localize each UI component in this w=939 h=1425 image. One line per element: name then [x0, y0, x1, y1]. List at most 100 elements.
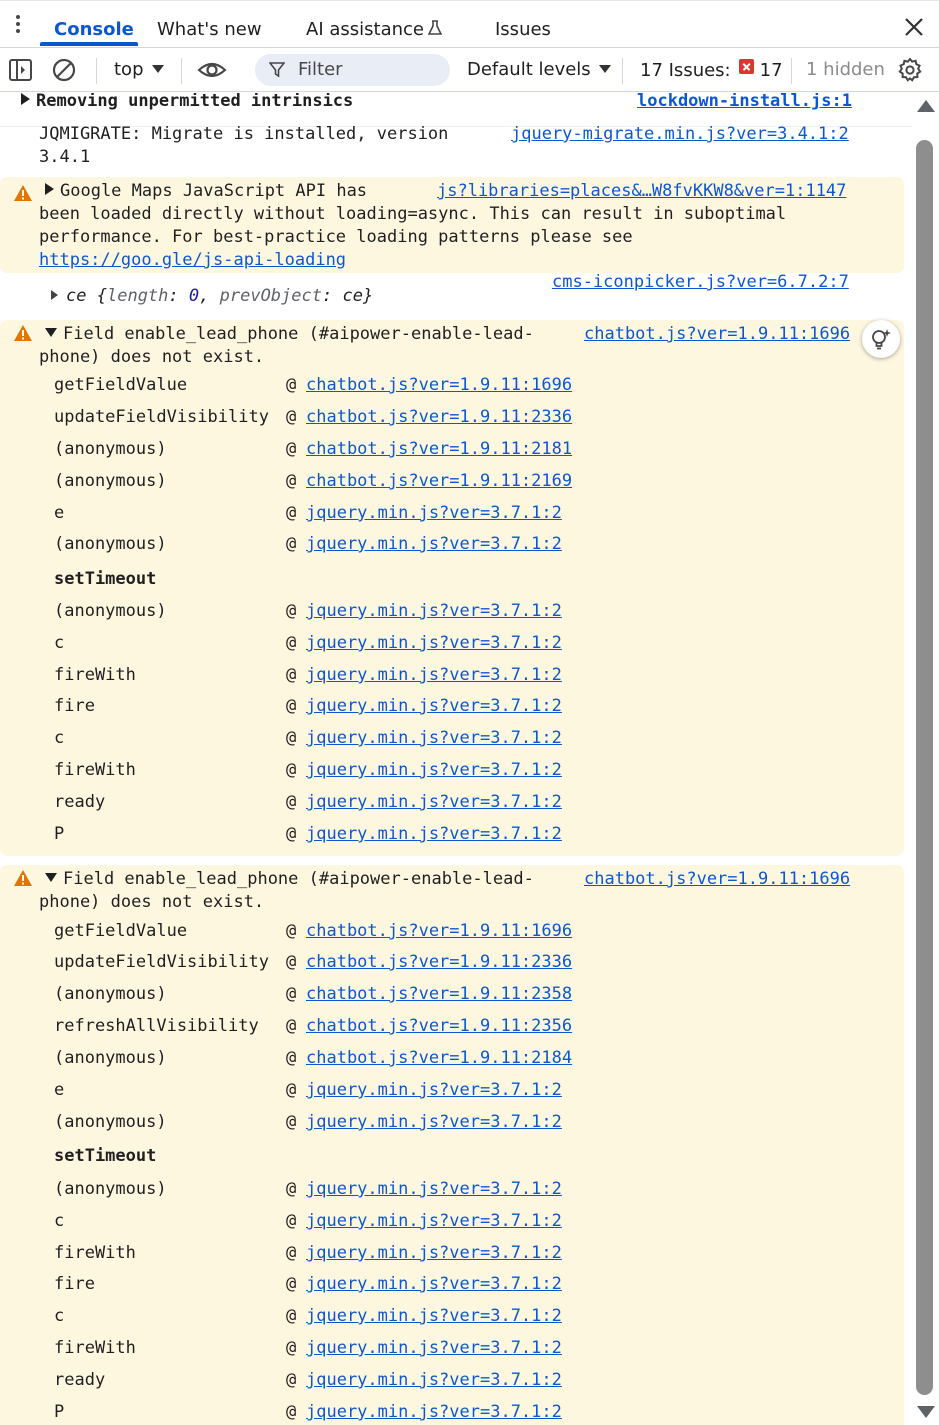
stack-frame-link[interactable]: jquery.min.js?ver=3.7.1:2	[306, 823, 562, 846]
stack-frame-link[interactable]: jquery.min.js?ver=3.7.1:2	[306, 533, 562, 556]
stack-frame-at: @	[286, 1370, 297, 1390]
stack-frame-link[interactable]: chatbot.js?ver=1.9.11:2184	[306, 1047, 572, 1070]
stack-frame-link[interactable]: jquery.min.js?ver=3.7.1:2	[306, 1337, 562, 1360]
filter-icon	[269, 62, 285, 78]
stack-frame-at: @	[286, 503, 297, 523]
message-text: 3.4.1	[39, 147, 91, 167]
source-link[interactable]: lockdown-install.js:1	[637, 93, 852, 113]
chevron-down-icon	[598, 65, 611, 73]
filter-placeholder: Filter	[298, 59, 343, 80]
stack-frame-link[interactable]: chatbot.js?ver=1.9.11:2336	[306, 951, 572, 974]
message-text[interactable]: Field enable_lead_phone (#aipower-enable…	[45, 868, 534, 891]
eye-icon[interactable]	[197, 57, 227, 83]
stack-frame-name: ready	[54, 1370, 106, 1390]
scroll-up-arrow-icon[interactable]	[917, 100, 935, 112]
error-badge-icon	[738, 59, 754, 74]
stack-frame-name: c	[54, 1306, 65, 1326]
stack-frame-link[interactable]: jquery.min.js?ver=3.7.1:2	[306, 1079, 562, 1102]
expand-triangle-icon[interactable]	[51, 290, 58, 300]
issues-label: 17 Issues:	[640, 60, 731, 81]
stack-frame-link[interactable]: jquery.min.js?ver=3.7.1:2	[306, 727, 562, 750]
stack-frame-link[interactable]: chatbot.js?ver=1.9.11:1696	[306, 374, 572, 397]
tab-issues[interactable]: Issues	[495, 1, 551, 48]
stack-frame-at: @	[286, 1306, 297, 1326]
stack-frame-link[interactable]: jquery.min.js?ver=3.7.1:2	[306, 1210, 562, 1233]
scrollbar-thumb[interactable]	[916, 140, 933, 1395]
stack-frame-link[interactable]: chatbot.js?ver=1.9.11:1696	[306, 920, 572, 943]
stack-frame-link[interactable]: jquery.min.js?ver=3.7.1:2	[306, 1369, 562, 1392]
stack-frame-link[interactable]: chatbot.js?ver=1.9.11:2336	[306, 406, 572, 429]
source-link[interactable]: jquery-migrate.min.js?ver=3.4.1:2	[511, 123, 849, 146]
message-text: performance. For best-practice loading p…	[39, 227, 633, 247]
stack-frame-link[interactable]: jquery.min.js?ver=3.7.1:2	[306, 1305, 562, 1328]
object-value: ce	[342, 286, 363, 306]
stack-frame-link[interactable]: jquery.min.js?ver=3.7.1:2	[306, 632, 562, 655]
tab-console-label: Console	[54, 19, 134, 40]
flask-icon	[427, 20, 442, 35]
stack-frame-name: c	[54, 633, 65, 653]
console-toolbar: top Filter Default levels 17 Issues: 17 1…	[0, 48, 939, 92]
source-link[interactable]: cms-iconpicker.js?ver=6.7.2:7	[552, 271, 849, 294]
stack-frame-name: fire	[54, 696, 95, 716]
stack-frame-link[interactable]: jquery.min.js?ver=3.7.1:2	[306, 664, 562, 687]
stack-frame-link[interactable]: jquery.min.js?ver=3.7.1:2	[306, 791, 562, 814]
object-preview[interactable]: ce {length: 0, prevObject: ce}	[51, 285, 373, 308]
stack-frame-at: @	[286, 1243, 297, 1263]
message-text[interactable]: Google Maps JavaScript API has	[45, 180, 367, 203]
stack-frame-link[interactable]: chatbot.js?ver=1.9.11:2181	[306, 438, 572, 461]
tab-console[interactable]: Console	[54, 1, 134, 48]
tab-ai-assistance[interactable]: AI assistance	[306, 1, 442, 48]
sidebar-toggle-icon[interactable]	[8, 57, 34, 83]
ai-insights-button[interactable]	[862, 320, 900, 358]
scroll-down-arrow-icon[interactable]	[917, 1406, 935, 1418]
stack-frame-link[interactable]: jquery.min.js?ver=3.7.1:2	[306, 1242, 562, 1265]
stack-frame-name: refreshAllVisibility	[54, 1016, 259, 1036]
stack-frame-link[interactable]: chatbot.js?ver=1.9.11:2358	[306, 983, 572, 1006]
clear-console-icon[interactable]	[51, 57, 77, 83]
tab-issues-label: Issues	[495, 19, 551, 40]
stack-frame-link[interactable]: jquery.min.js?ver=3.7.1:2	[306, 1401, 562, 1424]
issues-counter-button[interactable]: 17 Issues: 17	[640, 59, 783, 81]
source-link[interactable]: chatbot.js?ver=1.9.11:1696	[584, 323, 850, 346]
stack-frame-link[interactable]: jquery.min.js?ver=3.7.1:2	[306, 600, 562, 623]
collapse-triangle-icon[interactable]	[45, 873, 57, 882]
message-text[interactable]: Removing unpermitted intrinsics	[21, 93, 353, 113]
stack-frame-link[interactable]: jquery.min.js?ver=3.7.1:2	[306, 1178, 562, 1201]
stack-frame-at: @	[286, 665, 297, 685]
stack-frame-link[interactable]: jquery.min.js?ver=3.7.1:2	[306, 759, 562, 782]
more-options-icon[interactable]	[11, 15, 25, 37]
stack-frame-link[interactable]: jquery.min.js?ver=3.7.1:2	[306, 502, 562, 525]
close-icon[interactable]	[903, 16, 925, 38]
gear-icon[interactable]	[897, 57, 923, 83]
console-message: ce {length: 0, prevObject: ce} cms-iconp…	[0, 272, 912, 315]
stack-frame-link[interactable]: chatbot.js?ver=1.9.11:2169	[306, 470, 572, 493]
stack-frame-link[interactable]: jquery.min.js?ver=3.7.1:2	[306, 695, 562, 718]
async-boundary-label: setTimeout	[54, 1146, 157, 1166]
source-link[interactable]: chatbot.js?ver=1.9.11:1696	[584, 868, 850, 891]
source-link[interactable]: js?libraries=places&…W8fvKKW8&ver=1:1147	[437, 180, 846, 203]
stack-frame-link[interactable]: jquery.min.js?ver=3.7.1:2	[306, 1111, 562, 1134]
message-text: JQMIGRATE: Migrate is installed, version	[39, 124, 449, 144]
expand-triangle-icon[interactable]	[45, 183, 54, 195]
stack-frame-link[interactable]: chatbot.js?ver=1.9.11:2356	[306, 1015, 572, 1038]
message-text[interactable]: Field enable_lead_phone (#aipower-enable…	[45, 323, 534, 346]
filter-input[interactable]: Filter	[255, 54, 450, 86]
stack-frame-name: fireWith	[54, 1243, 136, 1263]
stack-frame-at: @	[286, 1048, 297, 1068]
expand-triangle-icon[interactable]	[21, 93, 30, 105]
docs-link[interactable]: https://goo.gle/js-api-loading	[39, 249, 346, 272]
stack-frame-name: fireWith	[54, 1338, 136, 1358]
context-selector[interactable]: top	[114, 59, 164, 80]
log-levels-dropdown[interactable]: Default levels	[467, 59, 611, 80]
console-message: Removing unpermitted intrinsics lockdown…	[0, 93, 912, 126]
warning-message: Field enable_lead_phone (#aipower-enable…	[0, 320, 904, 856]
collapse-triangle-icon[interactable]	[45, 328, 57, 337]
object-name: ce	[66, 286, 87, 306]
console-messages: Removing unpermitted intrinsics lockdown…	[0, 93, 912, 1425]
tab-whats-new[interactable]: What's new	[157, 1, 262, 48]
message-text-content: Removing unpermitted intrinsics	[36, 93, 354, 111]
toolbar-divider	[181, 58, 182, 84]
stack-frame-link[interactable]: jquery.min.js?ver=3.7.1:2	[306, 1273, 562, 1296]
message-text-content: Field enable_lead_phone (#aipower-enable…	[63, 324, 534, 344]
stack-frame-name: fireWith	[54, 760, 136, 780]
